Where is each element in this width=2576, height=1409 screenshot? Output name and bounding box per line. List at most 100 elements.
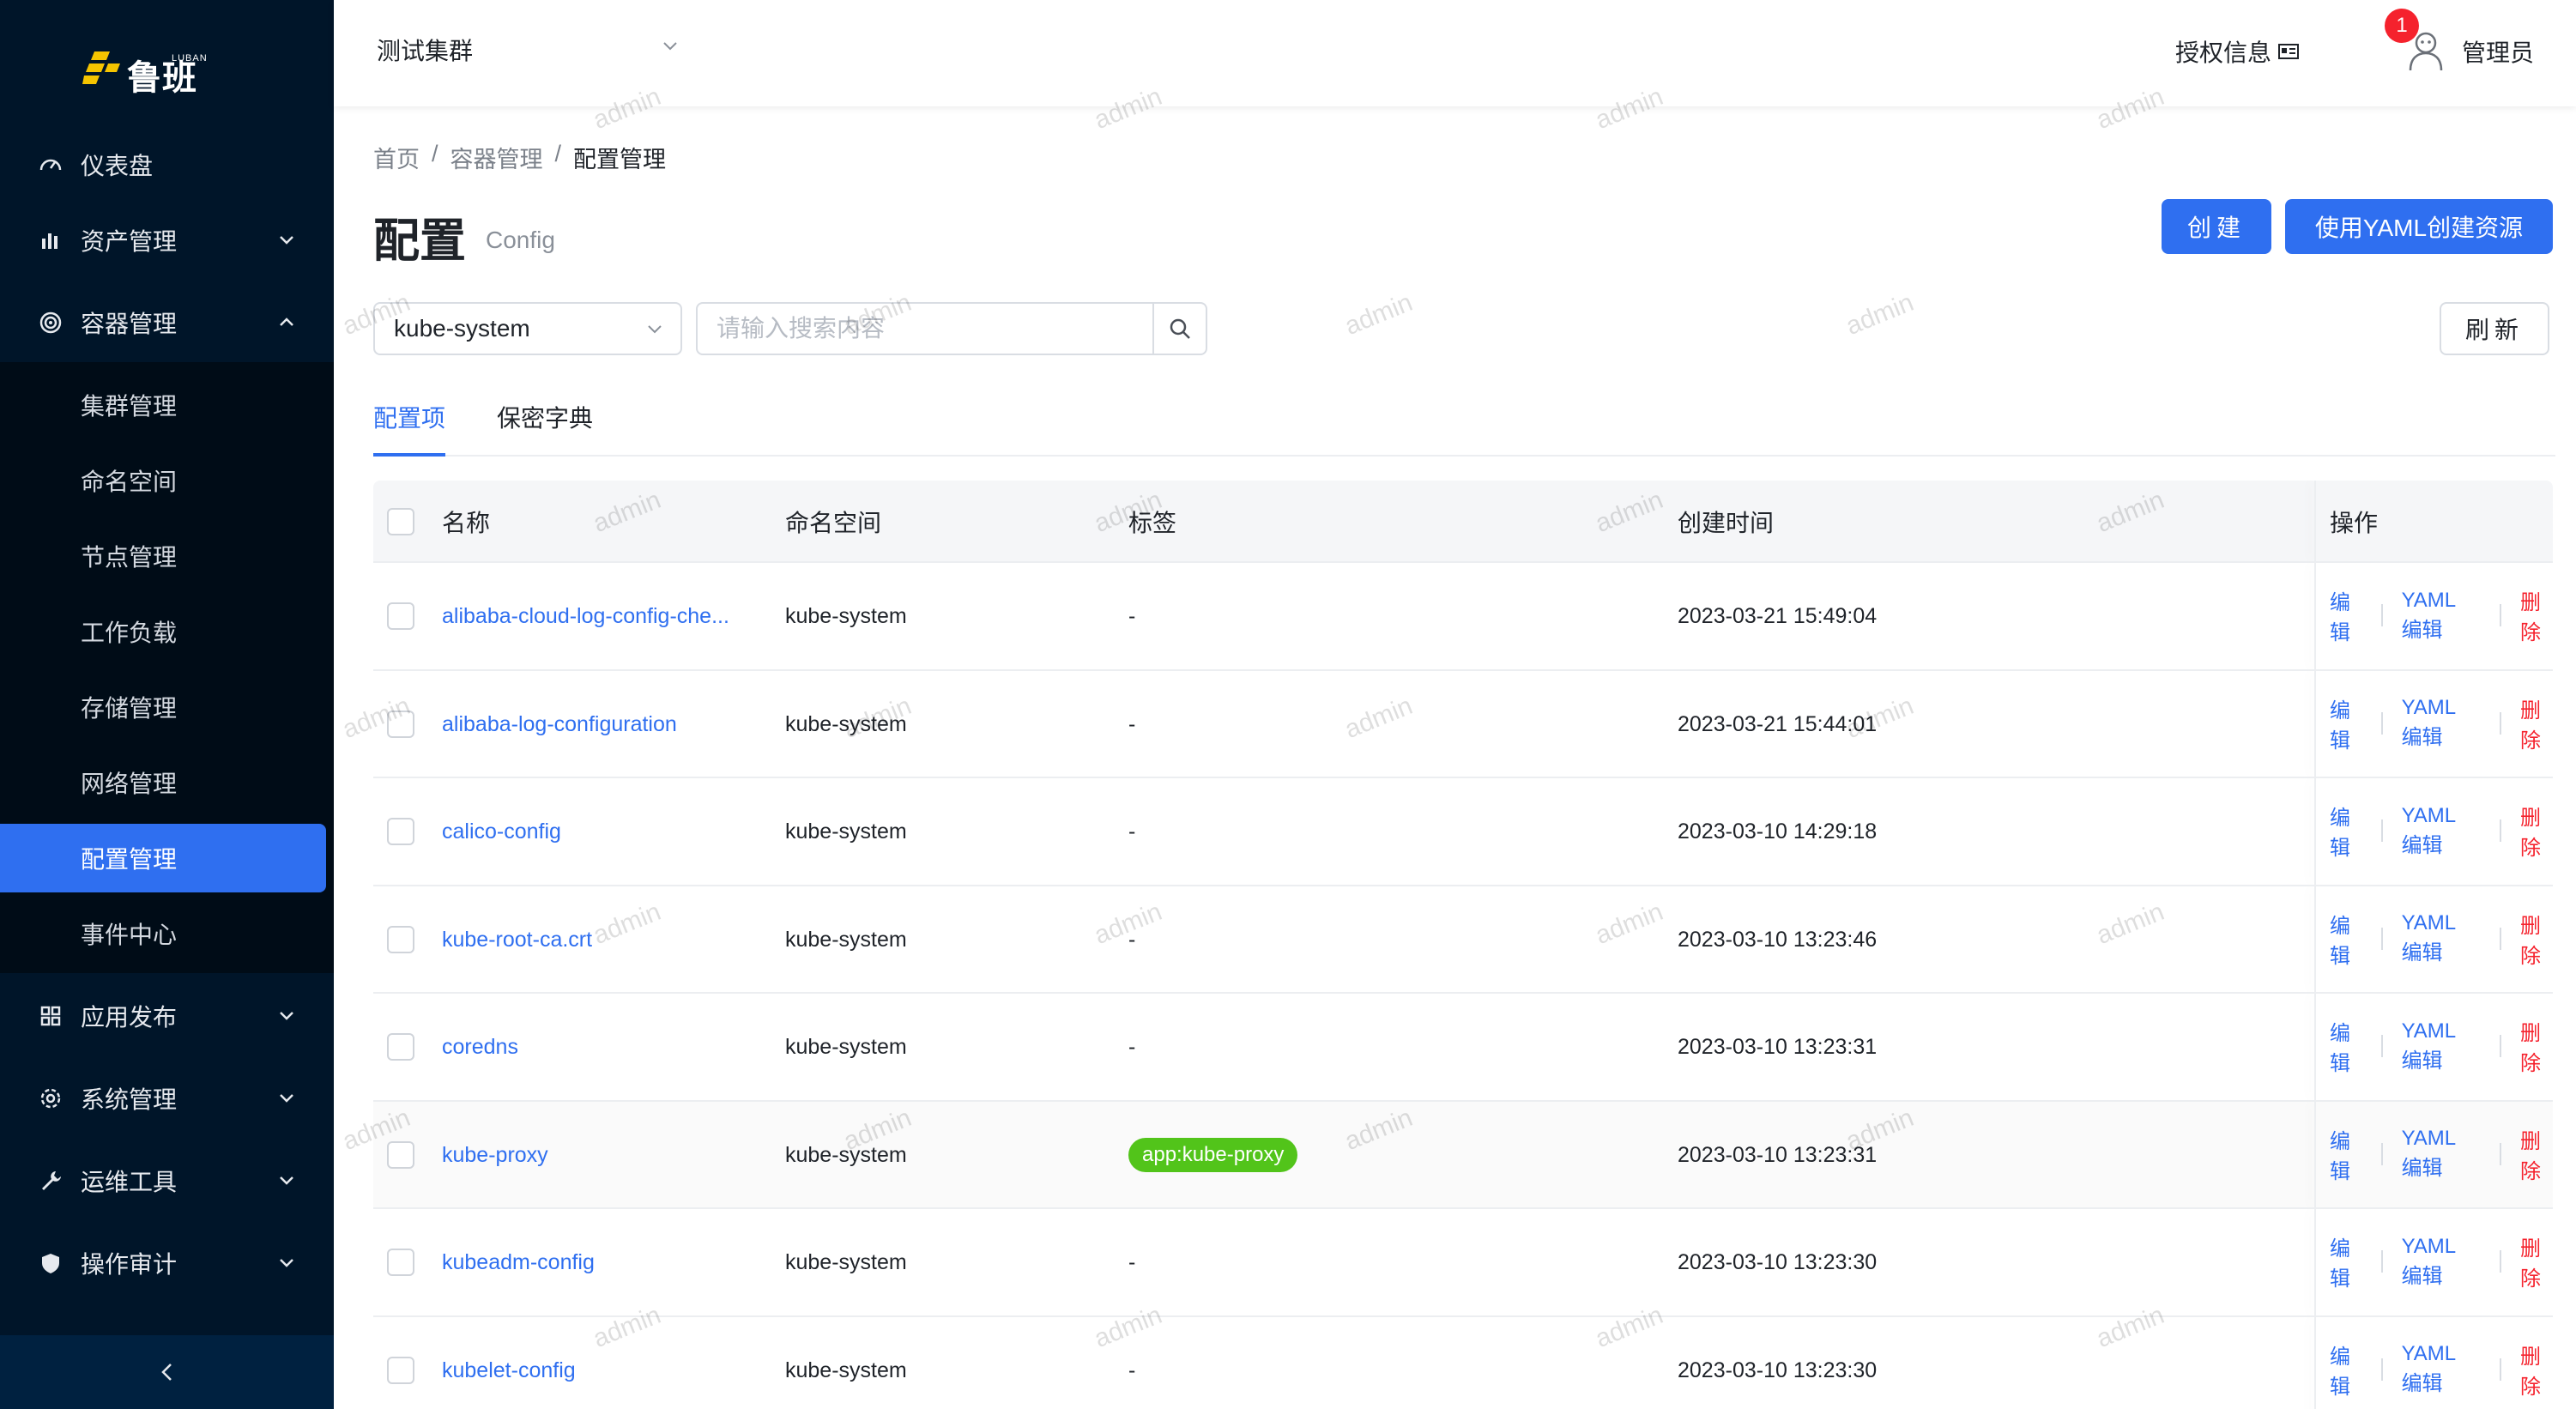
row-checkbox[interactable]	[387, 1249, 414, 1276]
delete-link[interactable]: 删除	[2520, 1231, 2553, 1291]
edit-link[interactable]: 编辑	[2330, 801, 2362, 861]
sub-cluster[interactable]: 集群管理	[0, 371, 334, 439]
chevron-down-icon	[663, 42, 677, 51]
tab-configmap[interactable]: 配置项	[373, 396, 446, 457]
row-checkbox[interactable]	[387, 602, 414, 630]
namespace-select[interactable]: kube-system	[373, 302, 682, 355]
delete-link[interactable]: 删除	[2520, 1339, 2553, 1400]
breadcrumb-containers[interactable]: 容器管理	[450, 141, 543, 174]
yaml-edit-link[interactable]: YAML 编辑	[2402, 696, 2482, 750]
ops-column-divider	[2314, 1101, 2316, 1207]
sub-config[interactable]: 配置管理	[0, 824, 326, 892]
edit-link[interactable]: 编辑	[2330, 909, 2362, 969]
nav-dashboard[interactable]: 仪表盘	[0, 130, 334, 199]
top-header: 测试集群 授权信息 1 管理员	[334, 0, 2576, 106]
yaml-edit-link[interactable]: YAML 编辑	[2402, 911, 2482, 965]
tab-secret[interactable]: 保密字典	[497, 396, 593, 457]
sub-events[interactable]: 事件中心	[0, 899, 334, 968]
sub-label: 命名空间	[81, 469, 178, 495]
chevron-down-icon	[280, 1094, 293, 1103]
row-checkbox[interactable]	[387, 1033, 414, 1061]
cell-name-link[interactable]: coredns	[442, 994, 518, 1101]
cell-name-link[interactable]: kubeadm-config	[442, 1209, 595, 1316]
row-actions: 编辑 YAML 编辑 删除	[2330, 1231, 2553, 1291]
sidebar-collapse-button[interactable]	[0, 1335, 334, 1409]
notification-badge[interactable]: 1	[2385, 9, 2419, 43]
nav-assets[interactable]: 资产管理	[0, 206, 334, 275]
cell-label: -	[1128, 1035, 1136, 1059]
sub-workload[interactable]: 工作负载	[0, 597, 334, 666]
auth-info-link[interactable]: 授权信息	[2175, 34, 2300, 69]
cell-namespace: kube-system	[785, 1358, 907, 1382]
search-input[interactable]	[698, 305, 1144, 353]
cell-created: 2023-03-10 13:23:30	[1678, 1358, 1878, 1382]
action-divider	[2500, 1250, 2502, 1273]
row-checkbox[interactable]	[387, 925, 414, 953]
sub-node[interactable]: 节点管理	[0, 522, 334, 590]
edit-link[interactable]: 编辑	[2330, 1339, 2362, 1400]
edit-link[interactable]: 编辑	[2330, 1016, 2362, 1076]
row-checkbox[interactable]	[387, 710, 414, 738]
yaml-edit-link[interactable]: YAML 编辑	[2402, 1019, 2482, 1073]
yaml-edit-link[interactable]: YAML 编辑	[2402, 804, 2482, 858]
chevron-down-icon	[280, 1259, 293, 1267]
ops-column-divider	[2314, 994, 2316, 1100]
yaml-edit-link[interactable]: YAML 编辑	[2402, 1127, 2482, 1181]
yaml-edit-link[interactable]: YAML 编辑	[2402, 589, 2482, 643]
delete-link[interactable]: 删除	[2520, 801, 2553, 861]
brand-logo[interactable]: 鲁班 LUBAN	[82, 43, 207, 97]
row-checkbox[interactable]	[387, 818, 414, 845]
user-name[interactable]: 管理员	[2462, 34, 2534, 69]
sub-namespace[interactable]: 命名空间	[0, 446, 334, 515]
delete-link[interactable]: 删除	[2520, 693, 2553, 753]
cell-name-link[interactable]: alibaba-cloud-log-config-che...	[442, 563, 729, 670]
settings-icon	[38, 1085, 63, 1111]
nav-ops-tools[interactable]: 运维工具	[0, 1146, 334, 1215]
delete-link[interactable]: 删除	[2520, 909, 2553, 969]
nav-system[interactable]: 系统管理	[0, 1064, 334, 1133]
breadcrumb-separator: /	[554, 141, 562, 166]
cell-name-link[interactable]: alibaba-log-configuration	[442, 671, 677, 778]
delete-link[interactable]: 删除	[2520, 585, 2553, 645]
cluster-select[interactable]: 测试集群	[377, 33, 677, 67]
brand-sub: LUBAN	[172, 53, 208, 63]
cell-name-link[interactable]: kubelet-config	[442, 1317, 576, 1409]
cell-name-link[interactable]: kube-root-ca.crt	[442, 886, 592, 994]
breadcrumb-home[interactable]: 首页	[373, 141, 420, 174]
search-icon	[1170, 318, 1190, 339]
create-from-yaml-button[interactable]: 使用YAML创建资源	[2285, 199, 2553, 254]
edit-link[interactable]: 编辑	[2330, 1124, 2362, 1184]
col-created: 创建时间	[1678, 510, 1775, 536]
delete-link[interactable]: 删除	[2520, 1016, 2553, 1076]
bar-chart-icon	[38, 227, 63, 253]
breadcrumb: 首页 / 容器管理 / 配置管理	[373, 141, 666, 174]
select-all-checkbox[interactable]	[387, 508, 414, 535]
cell-namespace: kube-system	[785, 711, 907, 736]
nav-label: 操作审计	[81, 1251, 178, 1278]
delete-link[interactable]: 删除	[2520, 1124, 2553, 1184]
row-checkbox[interactable]	[387, 1140, 414, 1169]
sub-label: 集群管理	[81, 393, 178, 420]
cell-name-link[interactable]: kube-proxy	[442, 1102, 548, 1209]
nav-containers[interactable]: 容器管理	[0, 288, 334, 357]
create-button[interactable]: 创建	[2162, 199, 2271, 254]
cell-label: -	[1128, 604, 1136, 628]
sub-network[interactable]: 网络管理	[0, 748, 334, 817]
yaml-edit-link[interactable]: YAML 编辑	[2402, 1342, 2482, 1396]
cell-name-link[interactable]: calico-config	[442, 778, 561, 886]
nav-app-release[interactable]: 应用发布	[0, 982, 334, 1050]
chevron-left-icon	[160, 1364, 172, 1381]
refresh-button[interactable]: 刷新	[2440, 302, 2549, 355]
search-button[interactable]	[1152, 304, 1206, 354]
table-row: alibaba-cloud-log-config-che... kube-sys…	[373, 563, 2553, 671]
yaml-edit-link[interactable]: YAML 编辑	[2402, 1235, 2482, 1289]
edit-link[interactable]: 编辑	[2330, 1231, 2362, 1291]
sub-storage[interactable]: 存储管理	[0, 673, 334, 741]
row-checkbox[interactable]	[387, 1356, 414, 1384]
action-divider	[2500, 1035, 2502, 1057]
nav-audit[interactable]: 操作审计	[0, 1229, 334, 1297]
edit-link[interactable]: 编辑	[2330, 693, 2362, 753]
dashboard-icon	[38, 152, 63, 178]
edit-link[interactable]: 编辑	[2330, 585, 2362, 645]
cell-created: 2023-03-10 13:23:31	[1678, 1035, 1878, 1059]
